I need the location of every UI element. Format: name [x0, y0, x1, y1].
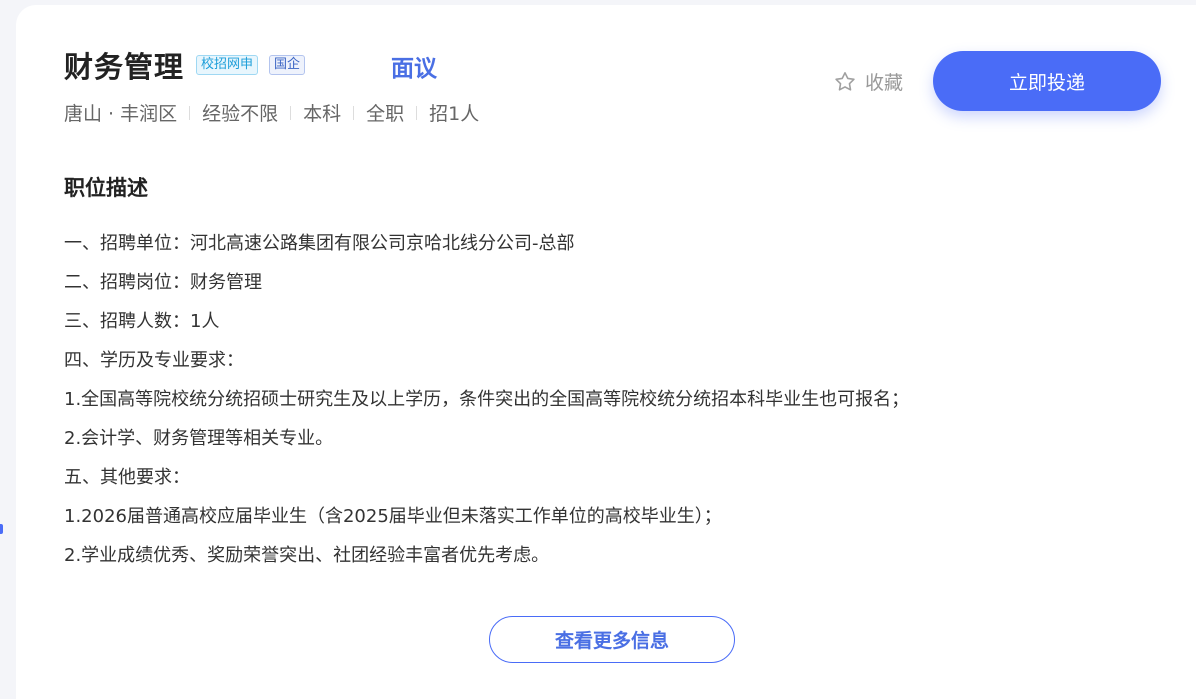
- meta-divider: [189, 105, 191, 120]
- job-description-list: 一、招聘单位：河北高速公路集团有限公司京哈北线分公司-总部 二、招聘岗位：财务管…: [64, 224, 1164, 575]
- description-line: 四、学历及专业要求：: [64, 350, 244, 371]
- description-line: 一、招聘单位：河北高速公路集团有限公司京哈北线分公司-总部: [64, 233, 575, 254]
- view-more-info-button[interactable]: 查看更多信息: [489, 616, 735, 663]
- meta-experience: 经验不限: [202, 103, 279, 125]
- meta-education: 本科: [303, 103, 342, 125]
- salary: 面议: [391, 56, 437, 82]
- description-line: 2.会计学、财务管理等相关专业。: [64, 428, 334, 449]
- job-description-heading: 职位描述: [64, 176, 148, 200]
- description-line: 五、其他要求：: [64, 467, 190, 488]
- meta-location: 唐山 · 丰润区: [64, 103, 178, 125]
- job-title: 财务管理: [64, 50, 185, 84]
- tag-campus-recruitment: 校招网申: [196, 55, 259, 75]
- description-line: 三、招聘人数：1人: [64, 311, 220, 332]
- job-detail-card: 财务管理 校招网申 国企 面议 唐山 · 丰润区 经验不限 本科 全职 招1人 …: [16, 5, 1196, 699]
- meta-headcount: 招1人: [429, 103, 480, 125]
- description-line: 二、招聘岗位：财务管理: [64, 272, 262, 293]
- left-edge-indicator: [0, 524, 3, 534]
- meta-divider: [416, 105, 418, 120]
- description-line: 1.全国高等院校统分统招硕士研究生及以上学历，条件突出的全国高等院校统分统招本科…: [64, 389, 910, 410]
- meta-divider: [290, 105, 292, 120]
- favorite-label: 收藏: [865, 72, 904, 94]
- favorite-button[interactable]: 收藏: [833, 68, 903, 95]
- meta-divider: [353, 105, 355, 120]
- star-outline-icon: [835, 71, 855, 91]
- job-title-row: 财务管理 校招网申 国企: [64, 43, 306, 87]
- job-meta-row: 唐山 · 丰润区 经验不限 本科 全职 招1人: [64, 99, 479, 126]
- description-line: 1.2026届普通高校应届毕业生（含2025届毕业但未落实工作单位的高校毕业生）…: [64, 506, 722, 527]
- apply-now-button[interactable]: 立即投递: [933, 51, 1161, 111]
- tag-state-owned: 国企: [269, 55, 306, 75]
- meta-job-type: 全职: [366, 103, 405, 125]
- description-line: 2.学业成绩优秀、奖励荣誉突出、社团经验丰富者优先考虑。: [64, 545, 550, 566]
